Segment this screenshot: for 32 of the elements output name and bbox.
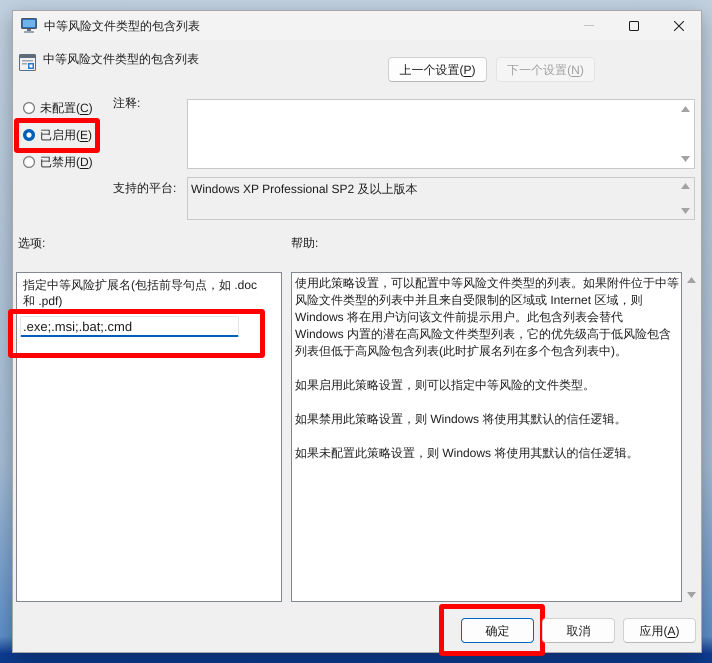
radio-icon[interactable] bbox=[23, 156, 35, 168]
form-window-icon bbox=[19, 54, 36, 71]
help-paragraph: 使用此策略设置，可以配置中等风险文件类型的列表。如果附件位于中等 风险文件类型的列表中并且来自受限制的区域或 Internet 区域，则 Windows 将在用户访问该文件前提示用户。此包含列表会替代 Windows 内置的潜在高风险文件类型列表，它的优先级高于低风险包含 列表但低于高风险包含列表(此时扩展名列在多个包含列表中)。 bbox=[295, 275, 680, 360]
help-paragraph: 如果禁用此策略设置，则 Windows 将使用其默认的信任逻辑。 bbox=[295, 411, 628, 428]
extensions-input[interactable]: .exe;.msi;.bat;.cmd bbox=[20, 316, 239, 337]
radio-option[interactable]: 已启用(E) bbox=[23, 125, 92, 145]
help-paragraph: 如果启用此策略设置，则可以指定中等风险的文件类型。 bbox=[295, 377, 596, 394]
scroll-up-arrow-icon[interactable] bbox=[681, 183, 690, 189]
comment-field[interactable] bbox=[187, 99, 695, 169]
radio-icon[interactable] bbox=[23, 129, 35, 141]
setting-title: 中等风险文件类型的包含列表 bbox=[43, 51, 199, 67]
help-paragraph: 如果未配置此策略设置，则 Windows 将使用其默认的信任逻辑。 bbox=[295, 445, 640, 462]
radio-option[interactable]: 已禁用(D) bbox=[23, 152, 93, 172]
dialog-button[interactable]: 取消 bbox=[542, 618, 615, 643]
scroll-up-arrow-icon[interactable] bbox=[681, 106, 690, 112]
platform-value: Windows XP Professional SP2 及以上版本 bbox=[190, 181, 419, 198]
dialog-button[interactable]: 确定 bbox=[461, 618, 534, 643]
radio-icon[interactable] bbox=[23, 102, 35, 114]
scroll-up-arrow-icon[interactable] bbox=[686, 277, 696, 283]
dialog-button[interactable]: 应用(A) bbox=[623, 618, 696, 643]
option-description: 指定中等风险扩展名(包括前导句点，如 .doc 和 .pdf) bbox=[22, 277, 258, 309]
window-title: 中等风险文件类型的包含列表 bbox=[44, 18, 200, 34]
monitor-icon bbox=[21, 18, 37, 33]
field-label: 注释: bbox=[113, 95, 142, 111]
section-label: 帮助: bbox=[291, 235, 318, 251]
field-label: 支持的平台: bbox=[113, 180, 178, 196]
scroll-down-arrow-icon[interactable] bbox=[681, 208, 690, 214]
radio-option[interactable]: 未配置(C) bbox=[23, 98, 93, 118]
section-label: 选项: bbox=[18, 235, 46, 251]
scroll-down-arrow-icon[interactable] bbox=[681, 156, 690, 162]
scroll-down-arrow-icon[interactable] bbox=[686, 592, 696, 598]
setting-nav-button[interactable]: 上一个设置(P) bbox=[388, 57, 487, 82]
